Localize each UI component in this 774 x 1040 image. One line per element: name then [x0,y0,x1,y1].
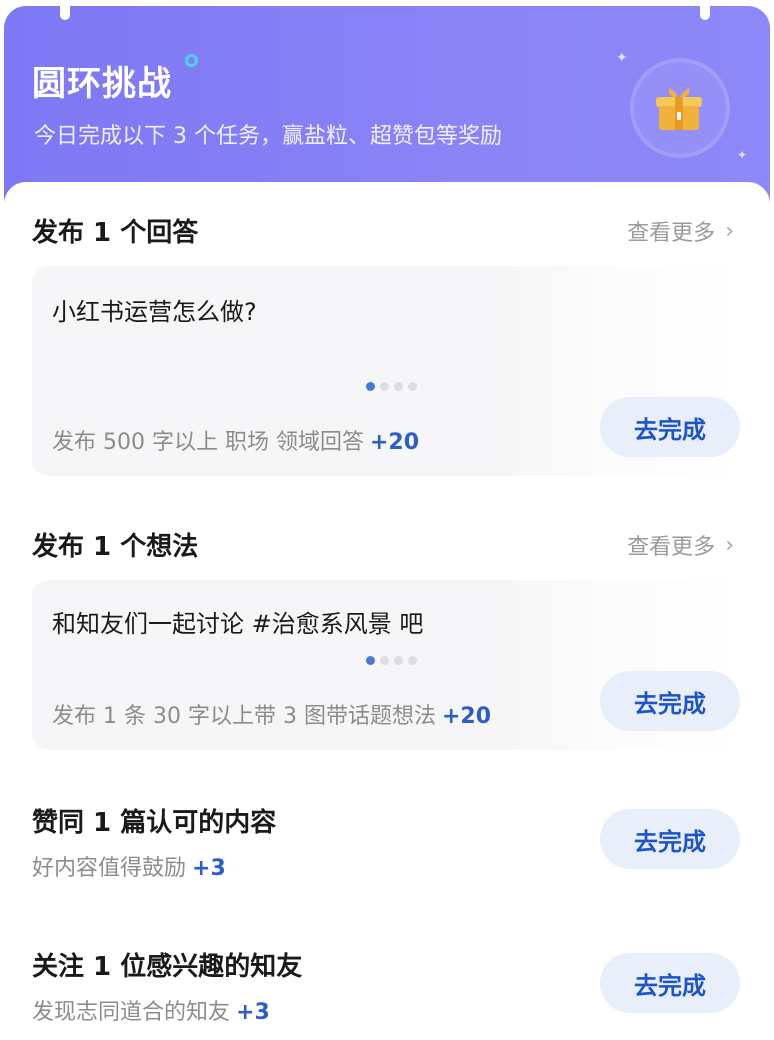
carousel-dot[interactable] [380,382,389,391]
go-complete-button-upvote[interactable]: 去完成 [600,809,740,869]
ring-challenge-panel: 圆环挑战 今日完成以下 3 个任务，赢盐粒、超赞包等奖励 ✦ ✦ 发布 1 个回… [4,6,770,1040]
view-more-link-answer[interactable]: 查看更多 › [627,215,734,247]
card-question: 小红书运营怎么做? [52,298,257,326]
carousel-dot[interactable] [408,382,417,391]
task-list: 发布 1 个回答 查看更多 › 小红书运营怎么做? 发布 500 字以上 职场 … [4,182,770,1040]
carousel-dot[interactable] [366,656,375,665]
reward-points: +20 [369,430,420,455]
sparkle-icon: ✦ [616,50,628,66]
ring-dot-icon [185,54,198,67]
chevron-right-icon: › [725,218,734,244]
page-subtitle: 今日完成以下 3 个任务，赢盐粒、超赞包等奖励 [34,124,502,149]
view-more-label: 查看更多 [627,221,716,246]
carousel-dots[interactable] [366,656,417,665]
task-desc-follow: 发现志同道合的知友 +3 [32,994,270,1026]
go-complete-button-answer[interactable]: 去完成 [600,397,740,457]
task-desc-text: 好内容值得鼓励 [32,856,187,881]
hook-left [60,6,70,20]
carousel-dot[interactable] [394,382,403,391]
reward-points: +20 [441,704,492,729]
view-more-label: 查看更多 [627,535,716,560]
card-question: 和知友们一起讨论 #治愈系风景 吧 [52,610,424,638]
page-title: 圆环挑战 [32,64,172,104]
requirement-text: 发布 500 字以上 职场 领域回答 [52,430,364,455]
requirement-text: 发布 1 条 30 字以上带 3 图带话题想法 [52,704,436,729]
task-title-upvote: 赞同 1 篇认可的内容 [32,808,277,838]
section-title-thought: 发布 1 个想法 [32,532,199,562]
carousel-dots[interactable] [366,382,417,391]
challenge-header: 圆环挑战 今日完成以下 3 个任务，赢盐粒、超赞包等奖励 ✦ ✦ [4,6,770,206]
gift-box-icon [656,88,702,130]
chevron-right-icon: › [725,532,734,558]
sparkle-icon: ✦ [737,148,748,162]
card-requirement: 发布 500 字以上 职场 领域回答 +20 [52,424,419,456]
go-complete-button-follow[interactable]: 去完成 [600,953,740,1013]
task-desc-text: 发现志同道合的知友 [32,1000,231,1025]
go-complete-button-thought[interactable]: 去完成 [600,671,740,731]
carousel-dot[interactable] [408,656,417,665]
carousel-dot[interactable] [366,382,375,391]
task-title-follow: 关注 1 位感兴趣的知友 [32,952,303,982]
reward-points: +3 [192,856,226,881]
carousel-dot[interactable] [380,656,389,665]
task-desc-upvote: 好内容值得鼓励 +3 [32,850,226,882]
card-requirement: 发布 1 条 30 字以上带 3 图带话题想法 +20 [52,698,491,730]
carousel-dot[interactable] [394,656,403,665]
view-more-link-thought[interactable]: 查看更多 › [627,529,734,561]
hook-right [700,6,710,20]
reward-points: +3 [236,1000,270,1025]
section-title-answer: 发布 1 个回答 [32,218,199,248]
